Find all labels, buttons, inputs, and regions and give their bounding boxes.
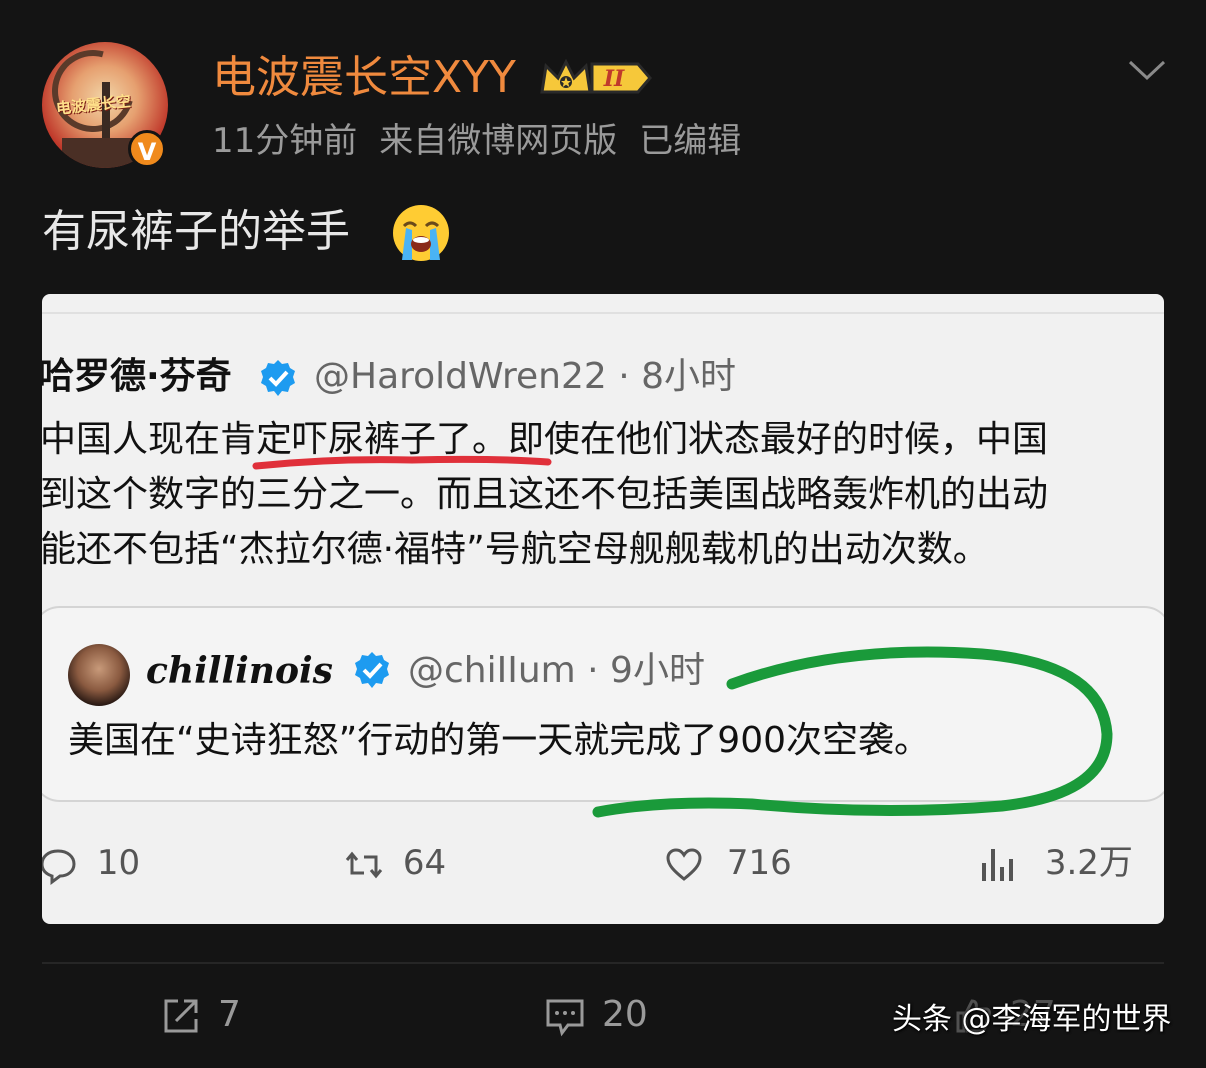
footer-divider	[42, 962, 1164, 964]
like-count: 716	[726, 843, 792, 883]
quoted-avatar	[68, 644, 130, 706]
post-meta: 11分钟前 来自微博网页版 已编辑	[212, 118, 763, 164]
chevron-down-icon[interactable]	[1126, 56, 1168, 84]
quoted-author-name: chillinois	[146, 650, 333, 692]
post-edited: 已编辑	[639, 121, 742, 161]
share-icon	[164, 999, 198, 1033]
level-badge-text: II	[603, 66, 625, 92]
crying-emoji-icon	[393, 205, 449, 261]
verified-v-badge: V	[128, 130, 166, 168]
reply-icon	[42, 848, 76, 885]
comment-button[interactable]: 20	[544, 990, 648, 1040]
retweet-count: 64	[402, 843, 447, 883]
post-source: 来自微博网页版	[379, 121, 618, 161]
divider	[42, 312, 1164, 314]
comment-count: 20	[602, 994, 648, 1035]
embedded-image[interactable]: 哈罗德·芬奇 @HaroldWren22 · 8小时 中国人现在肯定吓尿裤子了。…	[42, 294, 1164, 924]
tweet-line: 能还不包括“杰拉尔德·福特”号航空母舰舰载机的出动次数。	[42, 529, 989, 570]
comment-icon	[546, 999, 584, 1037]
verified-icon	[261, 360, 295, 396]
heart-icon	[666, 847, 702, 881]
share-count: 7	[218, 994, 241, 1035]
views-icon	[982, 848, 1013, 881]
tweet-body: 中国人现在肯定吓尿裤子了。即使在他们状态最好的时候，中国 到这个数字的三分之一。…	[42, 412, 1164, 577]
red-underline-annotation	[252, 455, 552, 470]
views-count: 3.2万	[1044, 843, 1133, 883]
verified-icon	[355, 652, 389, 688]
tweet-line: 到这个数字的三分之一。而且这还不包括美国战略轰炸机的出动	[42, 474, 1049, 515]
post-text: 有尿裤子的举手	[42, 206, 350, 257]
like-stat[interactable]: 716	[664, 840, 792, 886]
post-time: 11分钟前	[212, 121, 358, 161]
views-stat[interactable]: 3.2万	[978, 840, 1133, 886]
tweet-author-name: 哈罗德·芬奇	[42, 356, 232, 397]
retweet-icon	[345, 851, 383, 878]
reply-stat[interactable]: 10	[42, 840, 140, 886]
watermark: 头条 @李海军的世界	[892, 1002, 1172, 1037]
crown-icon[interactable]: II	[538, 56, 654, 100]
share-button[interactable]: 7	[160, 990, 241, 1040]
retweet-stat[interactable]: 64	[344, 840, 446, 886]
tweet-line: 中国人现在肯定吓尿裤子了。即使在他们状态最好的时候，中国	[42, 419, 1049, 460]
author-name[interactable]: 电波震长空XYY	[212, 50, 516, 106]
green-circle-annotation	[592, 646, 1113, 818]
reply-count: 10	[96, 843, 141, 883]
tweet-handle: @HaroldWren22 · 8小时	[314, 356, 737, 397]
